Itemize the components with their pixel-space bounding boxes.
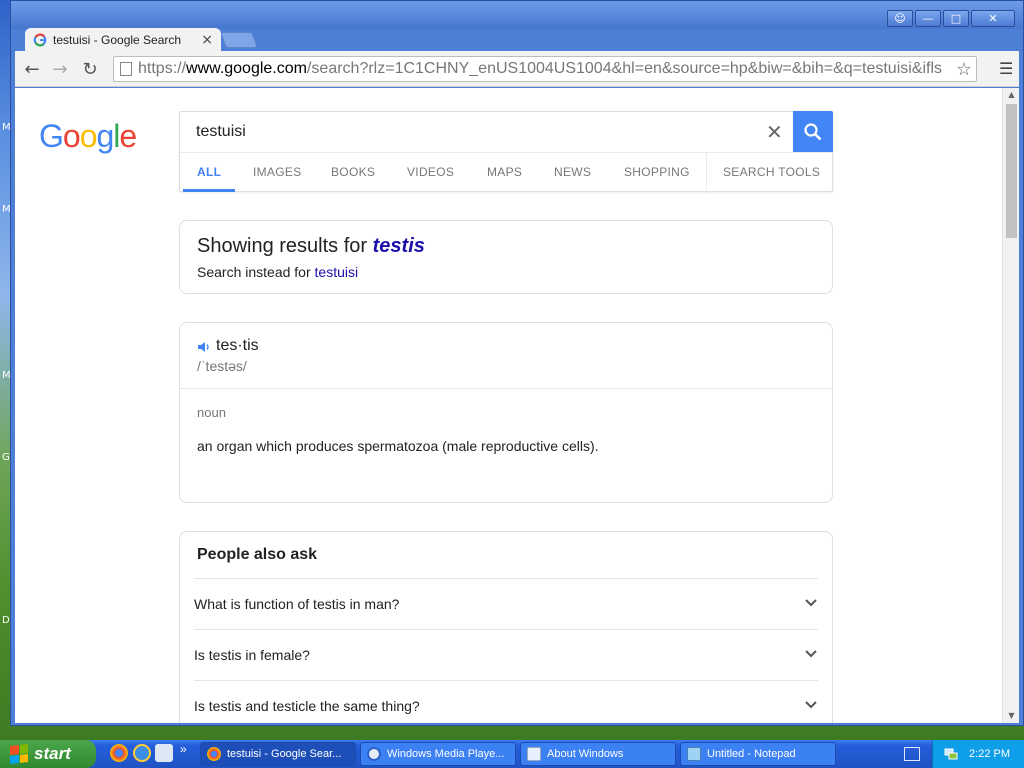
search-box: testuisi ✕ ALL IMAGES BOOKS VIDEOS MAPS …: [179, 111, 833, 193]
active-tab-underline: [183, 189, 235, 192]
search-icon: [804, 122, 822, 140]
tab-divider: [706, 153, 707, 193]
taskbar-item-about-windows[interactable]: About Windows: [520, 742, 676, 766]
url-scheme: https://: [138, 60, 187, 77]
tab-maps[interactable]: MAPS: [487, 165, 522, 179]
search-instead-line: Search instead for testuisi: [197, 264, 358, 280]
quicklaunch-more-icon[interactable]: »: [180, 742, 187, 756]
clear-search-icon[interactable]: ✕: [766, 120, 783, 144]
chrome-quicklaunch-icon[interactable]: [110, 744, 128, 762]
taskbar-item-media-player[interactable]: Windows Media Playe...: [360, 742, 516, 766]
new-tab-button[interactable]: [220, 32, 258, 48]
media-player-icon: [367, 747, 381, 761]
page-viewport: Google testuisi ✕ ALL IMAGES BOOKS VIDEO…: [15, 88, 1019, 723]
tab-shopping[interactable]: SHOPPING: [624, 165, 690, 179]
start-button[interactable]: start: [0, 740, 96, 768]
back-arrow-icon[interactable]: ←: [21, 59, 43, 80]
paa-question-row[interactable]: Is testis in female?: [194, 629, 818, 680]
paa-question: Is testis and testicle the same thing?: [194, 698, 420, 714]
tab-search-tools[interactable]: SEARCH TOOLS: [723, 165, 820, 179]
minimize-button[interactable]: —: [915, 10, 941, 27]
address-bar[interactable]: https://www.google.com/search?rlz=1C1CHN…: [113, 56, 977, 82]
start-label: start: [34, 744, 71, 763]
tab-all[interactable]: ALL: [197, 165, 221, 179]
url-host: www.google.com: [186, 60, 307, 77]
dictionary-header: tes·tis /ˈtestəs/: [180, 323, 832, 389]
chevron-down-icon: [805, 650, 817, 658]
tab-news[interactable]: NEWS: [554, 165, 591, 179]
paa-question: Is testis in female?: [194, 647, 310, 663]
taskbar-item-label: Untitled - Notepad: [707, 748, 796, 760]
browser-toolbar: ← → ↻ https://www.google.com/search?rlz=…: [15, 51, 1019, 87]
search-input[interactable]: testuisi: [196, 123, 246, 141]
spelling-correction-card: Showing results for testis Search instea…: [179, 220, 833, 294]
chrome-icon: [207, 747, 221, 761]
showing-results-line: Showing results for testis: [197, 235, 425, 258]
network-icon[interactable]: [943, 746, 959, 762]
tab-books[interactable]: BOOKS: [331, 165, 375, 179]
profile-button[interactable]: ☺: [887, 10, 913, 27]
people-also-ask-title: People also ask: [197, 546, 318, 563]
part-of-speech: noun: [197, 405, 226, 420]
menu-icon[interactable]: ☰: [999, 59, 1015, 79]
taskbar-item-notepad[interactable]: Untitled - Notepad: [680, 742, 836, 766]
taskbar-item-chrome[interactable]: testuisi - Google Sear...: [200, 742, 356, 766]
close-window-button[interactable]: ✕: [971, 10, 1015, 27]
scrollbar-thumb[interactable]: [1006, 104, 1017, 238]
search-instead-prefix: Search instead for: [197, 264, 311, 280]
maximize-button[interactable]: □: [943, 10, 969, 27]
url-path: /search?rlz=1C1CHNY_enUS1004US1004&hl=en…: [306, 60, 943, 77]
chevron-down-icon: [805, 599, 817, 607]
search-button[interactable]: [793, 111, 833, 152]
people-also-ask-card: People also ask What is function of test…: [179, 531, 833, 723]
tab-videos[interactable]: VIDEOS: [407, 165, 454, 179]
corrected-query-link[interactable]: testis: [373, 235, 425, 257]
explorer-quicklaunch-icon[interactable]: [155, 744, 173, 762]
bookmark-star-icon[interactable]: ☆: [953, 59, 972, 80]
paa-question: What is function of testis in man?: [194, 596, 400, 612]
notepad-icon: [687, 747, 701, 761]
taskbar: start » testuisi - Google Sear... Window…: [0, 740, 1024, 768]
taskbar-item-label: testuisi - Google Sear...: [227, 748, 342, 760]
browser-tab[interactable]: testuisi - Google Search ×: [25, 28, 221, 52]
ie-quicklaunch-icon[interactable]: [133, 744, 151, 762]
title-bar[interactable]: ☺ — □ ✕: [11, 1, 1023, 29]
google-favicon-icon: [33, 33, 47, 47]
reload-icon[interactable]: ↻: [79, 59, 101, 80]
forward-arrow-icon[interactable]: →: [49, 59, 71, 80]
taskbar-item-label: Windows Media Playe...: [387, 748, 505, 760]
paa-question-row[interactable]: Is testis and testicle the same thing?: [194, 680, 818, 723]
taskbar-item-label: About Windows: [547, 748, 624, 760]
scroll-down-arrow-icon[interactable]: ▼: [1003, 709, 1019, 723]
chevron-down-icon: [805, 701, 817, 709]
chrome-window: ☺ — □ ✕ testuisi - Google Search × ← → ↻…: [10, 0, 1024, 726]
tab-images[interactable]: IMAGES: [253, 165, 301, 179]
dictionary-card: tes·tis /ˈtestəs/ noun an organ which pr…: [179, 322, 833, 503]
tab-title: testuisi - Google Search: [53, 33, 182, 47]
original-query-link[interactable]: testuisi: [315, 264, 359, 280]
window-controls: ☺ — □ ✕: [887, 10, 1015, 27]
paa-question-row[interactable]: What is function of testis in man?: [194, 578, 818, 629]
vertical-scrollbar[interactable]: ▲ ▼: [1002, 88, 1019, 723]
google-logo[interactable]: Google: [39, 118, 137, 155]
search-nav-tabs: ALL IMAGES BOOKS VIDEOS MAPS NEWS SHOPPI…: [180, 152, 832, 193]
window-icon: [527, 747, 541, 761]
close-tab-icon[interactable]: ×: [201, 32, 213, 48]
search-row: testuisi ✕: [180, 111, 833, 152]
system-tray: 2:22 PM: [932, 740, 1024, 768]
windows-logo-icon: [10, 744, 28, 764]
page-icon: [120, 62, 132, 76]
speaker-icon[interactable]: [197, 340, 211, 354]
clock[interactable]: 2:22 PM: [969, 748, 1010, 760]
definition-text: an organ which produces spermatozoa (mal…: [197, 438, 599, 454]
dictionary-phonetic: /ˈtestəs/: [197, 358, 247, 374]
showing-results-prefix: Showing results for: [197, 235, 368, 257]
dictionary-word: tes·tis: [216, 337, 259, 354]
scroll-up-arrow-icon[interactable]: ▲: [1003, 88, 1019, 102]
keyboard-icon[interactable]: [904, 747, 920, 761]
